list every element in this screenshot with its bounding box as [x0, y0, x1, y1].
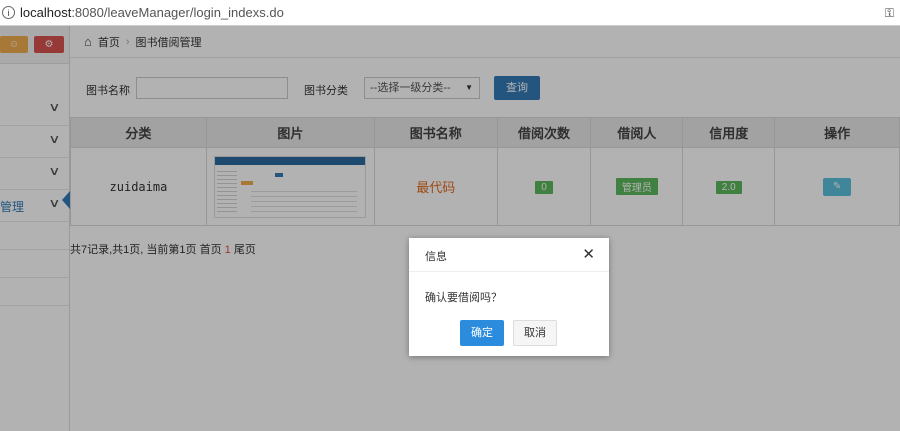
close-icon[interactable]: ✕ — [582, 245, 595, 263]
address-bar[interactable]: i localhost:8080/leaveManager/login_inde… — [0, 0, 900, 26]
dialog-title: 信息 — [425, 251, 447, 263]
info-icon[interactable]: i — [2, 6, 15, 19]
modal-overlay — [0, 26, 900, 431]
cancel-button[interactable]: 取消 — [513, 320, 557, 346]
dialog-message: 确认要借阅吗？ — [425, 292, 502, 304]
confirm-button[interactable]: 确定 — [460, 320, 504, 346]
confirm-dialog: 信息 ✕ 确认要借阅吗？ 确定 取消 — [409, 238, 609, 356]
url-text[interactable]: localhost:8080/leaveManager/login_indexs… — [20, 5, 284, 20]
dialog-header: 信息 ✕ — [409, 238, 609, 272]
key-icon[interactable]: ⚿ — [885, 6, 894, 21]
